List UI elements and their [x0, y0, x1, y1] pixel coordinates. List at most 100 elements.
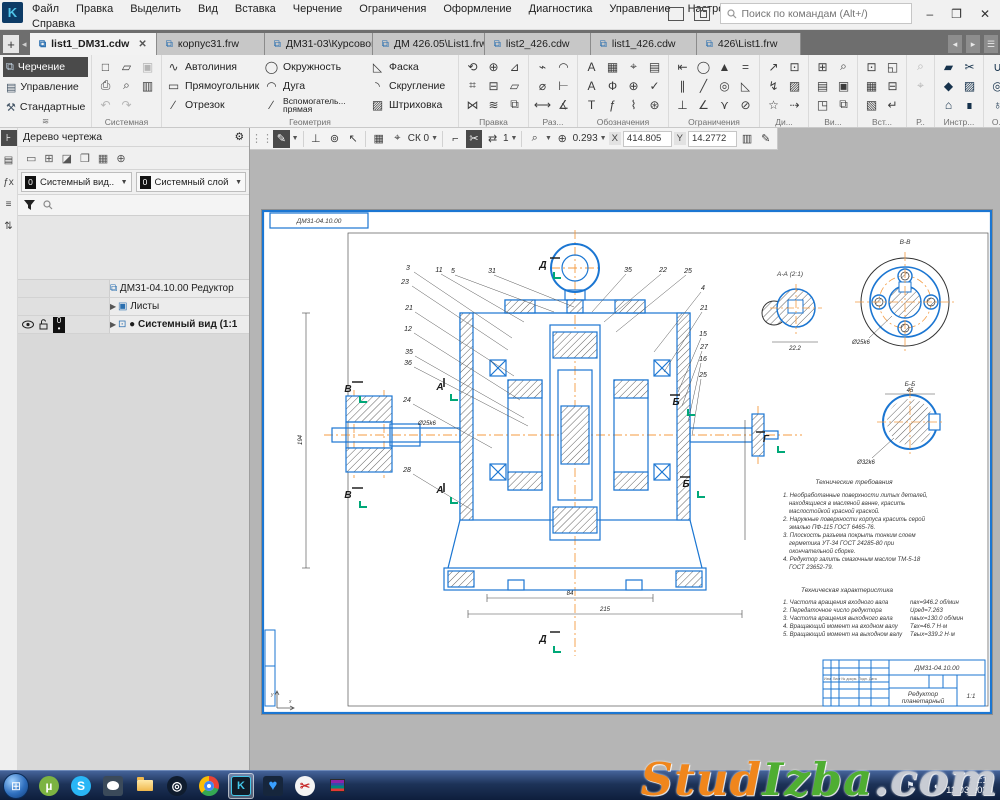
- mode-management[interactable]: ▤Управление: [3, 77, 88, 97]
- notation-tool-icon[interactable]: А: [581, 57, 602, 76]
- menu-draw[interactable]: Черчение: [293, 3, 343, 15]
- taskbar-utorrent-icon[interactable]: µ: [36, 773, 62, 799]
- current-layer-dropdown[interactable]: 0 Системный слой ▼: [136, 172, 247, 192]
- zoom-icon[interactable]: ⊕: [554, 130, 571, 148]
- constraint-tool-icon[interactable]: ⋎: [714, 95, 735, 114]
- menu-select[interactable]: Выделить: [130, 3, 181, 15]
- tree-tool-icon[interactable]: ⊞: [44, 152, 53, 165]
- tree-item-sheets[interactable]: ▶ ▣ Листы: [18, 298, 249, 316]
- notation-tool-icon[interactable]: ƒ: [602, 95, 623, 114]
- taskbar-explorer-icon[interactable]: [132, 773, 158, 799]
- coordinate-system-value[interactable]: СК 0: [408, 133, 429, 144]
- close-button[interactable]: ✕: [976, 7, 994, 21]
- constraint-tool-icon[interactable]: ⊥: [672, 95, 693, 114]
- modes-collapse-icon[interactable]: ≋: [0, 116, 91, 127]
- chamfer-button[interactable]: ◺Фаска: [369, 57, 455, 76]
- diagnostic-tool-icon[interactable]: ⊡: [784, 57, 805, 76]
- chevron-down-icon[interactable]: ▼: [545, 135, 552, 142]
- tab-list1-dm31[interactable]: ⧉ list1_DM31.cdw ✕: [30, 33, 157, 55]
- y-coordinate-field[interactable]: 14.2772: [688, 131, 737, 147]
- zoom-area-icon[interactable]: ⌕: [526, 130, 543, 148]
- tree-item-system-view[interactable]: 0• ▶ ⊡ ● Системный вид (1:1: [18, 316, 249, 334]
- layout-single-icon[interactable]: [668, 7, 684, 21]
- cursor-icon[interactable]: ↖: [345, 130, 362, 148]
- edit-tool-icon[interactable]: ⊕: [483, 57, 504, 76]
- rounding-icon[interactable]: ⊚: [326, 130, 343, 148]
- hatch-button[interactable]: ▨Штриховка: [369, 95, 455, 114]
- search-icon[interactable]: [43, 200, 53, 210]
- dimension-tool-icon[interactable]: ⌀: [532, 76, 553, 95]
- instrument-tool-icon[interactable]: ▰: [938, 57, 959, 76]
- layers-panel-icon[interactable]: ≡: [1, 196, 17, 212]
- constraint-tool-icon[interactable]: ⊘: [735, 95, 756, 114]
- o-tool-icon[interactable]: ∪: [987, 57, 1000, 76]
- tree-tool-icon[interactable]: ▦: [98, 152, 108, 165]
- view-tool-icon[interactable]: ⧉: [833, 95, 854, 114]
- constraint-tool-icon[interactable]: =: [735, 57, 756, 76]
- tab-list-icon[interactable]: ☰: [984, 35, 998, 53]
- tab-list2-426[interactable]: ⧉list2_426.cdw: [485, 33, 591, 55]
- tree-tool-icon[interactable]: ◪: [62, 152, 72, 165]
- command-search[interactable]: [720, 3, 912, 24]
- view-tool-icon[interactable]: ▣: [833, 76, 854, 95]
- chevron-down-icon[interactable]: ▼: [431, 135, 438, 142]
- edit-tool-icon[interactable]: ⋈: [462, 95, 483, 114]
- variables-panel-icon[interactable]: ƒx: [1, 174, 17, 190]
- arc-button[interactable]: ◠Дуга: [263, 76, 369, 95]
- ortho-icon[interactable]: ⊥: [308, 130, 325, 148]
- zoom-tool-icon[interactable]: ⌖: [910, 76, 931, 95]
- chevron-down-icon[interactable]: ▼: [600, 135, 607, 142]
- save-as-icon[interactable]: ▥: [137, 76, 158, 95]
- notation-tool-icon[interactable]: Ф: [602, 76, 623, 95]
- constraint-tool-icon[interactable]: ◎: [714, 76, 735, 95]
- fillet-button[interactable]: ◝Скругление: [369, 76, 455, 95]
- step-value[interactable]: 1: [503, 133, 509, 144]
- minimize-button[interactable]: –: [922, 7, 937, 21]
- instrument-tool-icon[interactable]: ∎: [959, 95, 980, 114]
- expand-arrow-icon[interactable]: ▶: [110, 320, 118, 329]
- taskbar-winrar-icon[interactable]: [324, 773, 350, 799]
- insert-tool-icon[interactable]: ⊡: [861, 57, 882, 76]
- notation-tool-icon[interactable]: ▤: [644, 57, 665, 76]
- expand-arrow-icon[interactable]: ▶: [110, 302, 118, 311]
- dimension-tool-icon[interactable]: ∡: [553, 95, 574, 114]
- snap-toggle-icon[interactable]: ✂: [466, 130, 483, 148]
- grid-icon[interactable]: ▦: [370, 130, 387, 148]
- tree-tool-icon[interactable]: ▭: [26, 152, 36, 165]
- edit-tool-icon[interactable]: ⧉: [504, 95, 525, 114]
- circle-button[interactable]: ◯Окружность: [263, 57, 369, 76]
- notation-tool-icon[interactable]: ⌇: [623, 95, 644, 114]
- view-tool-icon[interactable]: ◳: [812, 95, 833, 114]
- insert-tool-icon[interactable]: ▦: [861, 76, 882, 95]
- tray-volume-icon[interactable]: ◖): [933, 781, 941, 791]
- tab-dm426-list1[interactable]: ⧉ДМ 426.05\List1.frw: [373, 33, 485, 55]
- instrument-tool-icon[interactable]: ✂: [959, 57, 980, 76]
- tab-next-icon[interactable]: ▸: [966, 35, 980, 53]
- taskbar-heart-app-icon[interactable]: ♥: [260, 773, 286, 799]
- constraint-tool-icon[interactable]: ▲: [714, 57, 735, 76]
- menu-edit[interactable]: Правка: [76, 3, 113, 15]
- zoom-value[interactable]: 0.293: [573, 133, 598, 144]
- constraint-tool-icon[interactable]: ╱: [693, 76, 714, 95]
- new-document-icon[interactable]: □: [95, 57, 116, 76]
- layout-split-icon[interactable]: [694, 7, 710, 21]
- taskbar-discord-icon[interactable]: [100, 773, 126, 799]
- open-document-icon[interactable]: ▱: [116, 57, 137, 76]
- tree-tool-icon[interactable]: ⊕: [116, 152, 125, 165]
- tab-korpus31[interactable]: ⧉корпус31.frw: [157, 33, 265, 55]
- tree-panel-icon[interactable]: ⊦: [1, 130, 17, 146]
- save-icon[interactable]: ▣: [137, 57, 158, 76]
- menu-view[interactable]: Вид: [198, 3, 218, 15]
- tab-prev-icon[interactable]: ◂: [948, 35, 962, 53]
- dimension-tool-icon[interactable]: ◠: [553, 57, 574, 76]
- table-tool-icon[interactable]: ▦: [602, 57, 623, 76]
- restore-button[interactable]: ❐: [947, 7, 966, 21]
- instrument-tool-icon[interactable]: ▨: [959, 76, 980, 95]
- visibility-eye-icon[interactable]: [22, 320, 34, 329]
- tray-network-icon[interactable]: ᯤ: [920, 779, 928, 792]
- construction-line-button[interactable]: ∕Вспомогатель... прямая: [263, 95, 369, 114]
- view-tool-icon[interactable]: ⊞: [812, 57, 833, 76]
- o-tool-icon[interactable]: ◎: [987, 76, 1000, 95]
- constraint-tool-icon[interactable]: ∥: [672, 76, 693, 95]
- diagnostic-tool-icon[interactable]: ☆: [763, 95, 784, 114]
